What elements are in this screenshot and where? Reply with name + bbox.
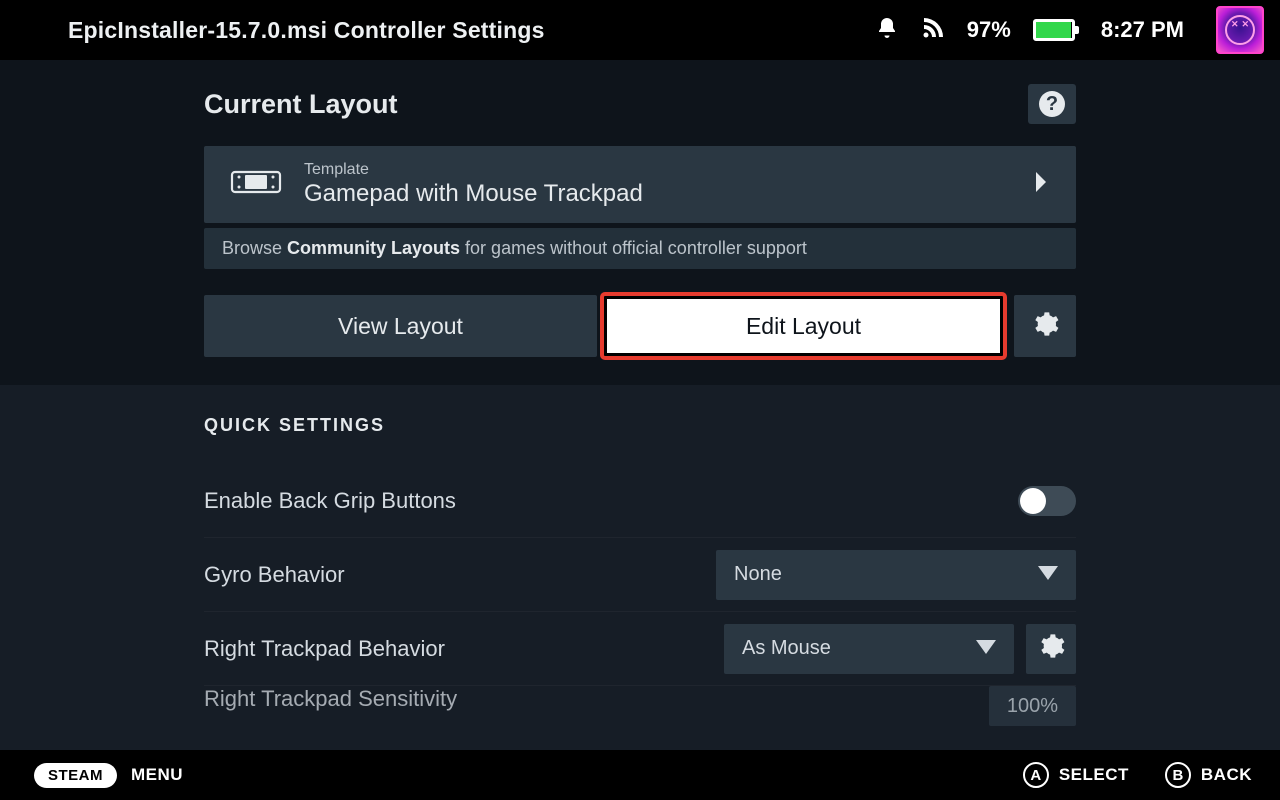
template-card[interactable]: Template Gamepad with Mouse Trackpad	[204, 146, 1076, 223]
gear-icon	[1031, 310, 1059, 343]
setting-label: Enable Back Grip Buttons	[204, 488, 456, 514]
battery-percentage: 97%	[967, 17, 1011, 43]
gear-icon	[1037, 632, 1065, 665]
chevron-right-icon	[1034, 172, 1048, 197]
battery-icon	[1033, 19, 1075, 41]
avatar[interactable]	[1216, 6, 1264, 54]
menu-label: MENU	[131, 765, 183, 785]
setting-label: Right Trackpad Behavior	[204, 636, 445, 662]
steamdeck-icon	[230, 166, 282, 203]
b-button-hint: B BACK	[1165, 762, 1252, 788]
quick-settings-section: QUICK SETTINGS Enable Back Grip Buttons …	[0, 385, 1280, 750]
a-glyph-icon: A	[1023, 762, 1049, 788]
status-tray: 97% 8:27 PM	[875, 6, 1264, 54]
community-layouts-row[interactable]: Browse Community Layouts for games witho…	[204, 228, 1076, 269]
community-text-suffix: for games without official controller su…	[460, 238, 807, 258]
rtp-settings-button[interactable]	[1026, 624, 1076, 674]
page-title: EpicInstaller-15.7.0.msi Controller Sett…	[68, 17, 857, 44]
view-layout-button[interactable]: View Layout	[204, 295, 597, 357]
template-label: Template	[304, 160, 1012, 179]
setting-rtp-sensitivity: Right Trackpad Sensitivity 100%	[204, 686, 1076, 730]
caret-down-icon	[976, 637, 996, 660]
top-bar: EpicInstaller-15.7.0.msi Controller Sett…	[0, 0, 1280, 60]
dropdown-value: As Mouse	[742, 637, 831, 660]
b-glyph-icon: B	[1165, 762, 1191, 788]
setting-label: Gyro Behavior	[204, 562, 345, 588]
layout-action-row: View Layout Edit Layout	[204, 295, 1076, 357]
help-button[interactable]: ?	[1028, 84, 1076, 124]
current-layout-section: Current Layout ? Template Gamepad with M…	[0, 60, 1280, 385]
rss-icon	[921, 16, 945, 45]
dropdown-value: None	[734, 563, 782, 586]
rtp-behavior-dropdown[interactable]: As Mouse	[724, 624, 1014, 674]
setting-gyro-behavior: Gyro Behavior None	[204, 538, 1076, 612]
steam-button[interactable]: STEAM	[34, 763, 117, 788]
help-icon: ?	[1039, 91, 1065, 117]
a-button-hint: A SELECT	[1023, 762, 1129, 788]
template-name: Gamepad with Mouse Trackpad	[304, 179, 1012, 209]
main-area: Current Layout ? Template Gamepad with M…	[0, 60, 1280, 750]
current-layout-heading: Current Layout	[204, 89, 398, 120]
community-text-bold: Community Layouts	[287, 238, 460, 258]
community-text-prefix: Browse	[222, 238, 287, 258]
footer-bar: STEAM MENU A SELECT B BACK	[0, 750, 1280, 800]
rtp-sensitivity-value[interactable]: 100%	[989, 686, 1076, 726]
b-glyph-label: BACK	[1201, 765, 1252, 785]
edit-layout-button[interactable]: Edit Layout	[603, 295, 1004, 357]
gyro-behavior-dropdown[interactable]: None	[716, 550, 1076, 600]
setting-rtp-behavior: Right Trackpad Behavior As Mouse	[204, 612, 1076, 686]
back-grip-toggle[interactable]	[1018, 486, 1076, 516]
setting-back-grip: Enable Back Grip Buttons	[204, 464, 1076, 538]
setting-label: Right Trackpad Sensitivity	[204, 686, 457, 712]
bell-icon[interactable]	[875, 16, 899, 45]
a-glyph-label: SELECT	[1059, 765, 1129, 785]
clock: 8:27 PM	[1101, 17, 1184, 43]
quick-settings-heading: QUICK SETTINGS	[204, 415, 1076, 436]
caret-down-icon	[1038, 563, 1058, 586]
layout-settings-button[interactable]	[1014, 295, 1076, 357]
